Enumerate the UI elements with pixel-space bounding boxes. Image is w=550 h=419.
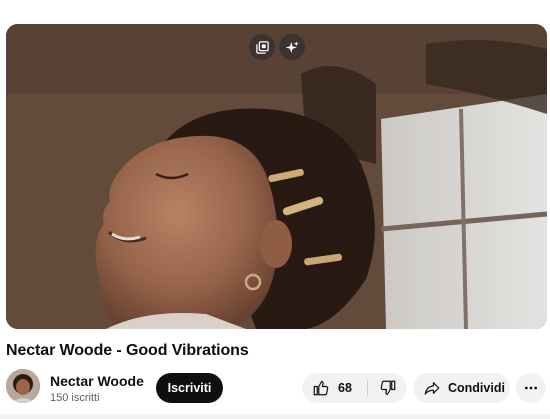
section-divider	[0, 414, 550, 419]
thumbs-down-icon	[380, 380, 395, 395]
subscriber-count: 150 iscritti	[50, 392, 100, 404]
share-arrow-icon	[424, 382, 440, 395]
thumbs-up-icon	[313, 381, 329, 396]
dislike-button[interactable]	[368, 373, 407, 403]
like-count: 68	[338, 381, 352, 395]
channel-avatar[interactable]	[6, 369, 40, 403]
video-player[interactable]	[6, 24, 547, 329]
miniplayer-icon	[255, 40, 269, 54]
share-button[interactable]: Condividi	[413, 373, 510, 403]
more-actions-button[interactable]	[516, 373, 546, 403]
ai-sparkle-button[interactable]	[279, 34, 305, 60]
like-button[interactable]: 68	[302, 373, 367, 403]
channel-name[interactable]: Nectar Woode	[50, 373, 144, 389]
more-horizontal-icon	[525, 386, 537, 390]
video-frame	[6, 24, 547, 329]
subscribe-button[interactable]: Iscriviti	[156, 373, 223, 403]
miniplayer-button[interactable]	[249, 34, 275, 60]
avatar-image	[6, 369, 40, 403]
sparkle-icon	[285, 40, 299, 53]
like-dislike-group: 68	[302, 373, 407, 403]
video-title: Nectar Woode - Good Vibrations	[6, 342, 249, 359]
share-label: Condividi	[448, 381, 505, 395]
